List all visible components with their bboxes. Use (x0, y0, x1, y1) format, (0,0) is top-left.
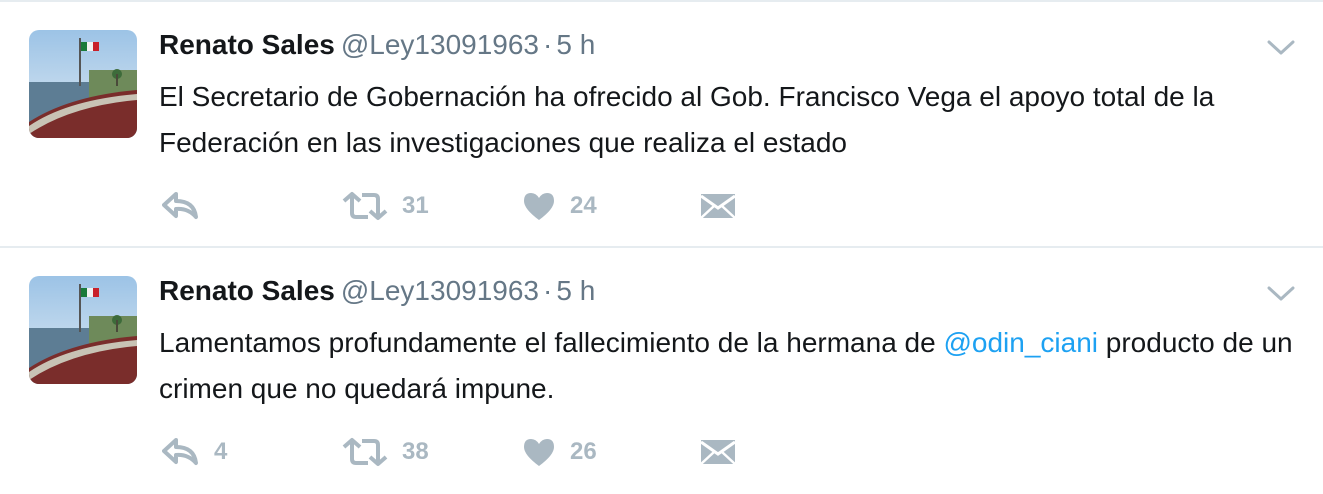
avatar[interactable] (29, 30, 137, 138)
direct-message-button[interactable] (700, 432, 736, 472)
tweet-header: Renato Sales @Ley13091963 · 5 h (159, 28, 595, 62)
separator-dot: · (543, 29, 553, 60)
tweet-actions: 4 38 26 (0, 432, 1323, 472)
avatar[interactable] (29, 276, 137, 384)
mention-link[interactable]: @odin_ciani (943, 327, 1098, 358)
direct-message-button[interactable] (700, 186, 736, 226)
chevron-down-icon[interactable] (1266, 38, 1296, 58)
envelope-icon (700, 191, 736, 221)
reply-icon (162, 437, 200, 467)
tweet[interactable]: Renato Sales @Ley13091963 · 5 h Lamentamos … (0, 248, 1323, 494)
tweet-actions: 31 24 (0, 186, 1323, 226)
retweet-button[interactable]: 31 (342, 186, 429, 226)
tweet-header: Renato Sales @Ley13091963 · 5 h (159, 274, 595, 308)
heart-icon (522, 191, 556, 221)
like-button[interactable]: 24 (522, 186, 597, 226)
reply-button[interactable] (162, 186, 214, 226)
chevron-down-icon[interactable] (1266, 284, 1296, 304)
timestamp[interactable]: 5 h (556, 29, 595, 60)
retweet-button[interactable]: 38 (342, 432, 429, 472)
separator-dot: · (543, 275, 553, 306)
fullname[interactable]: Renato Sales (159, 275, 335, 306)
tweet-text-body: Lamentamos profundamente el fallecimient… (159, 327, 944, 358)
tweet-text-body: El Secretario de Gobernación ha ofrecido… (159, 81, 1215, 158)
tweet[interactable]: Renato Sales @Ley13091963 · 5 h El Secretar… (0, 2, 1323, 246)
tweet-text: Lamentamos profundamente el fallecimient… (159, 320, 1299, 412)
retweet-count: 38 (402, 438, 429, 465)
envelope-icon (700, 437, 736, 467)
retweet-icon (342, 191, 388, 221)
reply-count: 4 (214, 438, 228, 465)
reply-button[interactable]: 4 (162, 432, 227, 472)
retweet-icon (342, 437, 388, 467)
tweet-feed: Renato Sales @Ley13091963 · 5 h El Secretar… (0, 0, 1323, 494)
username[interactable]: @Ley13091963 (341, 29, 539, 60)
reply-icon (162, 191, 200, 221)
timestamp[interactable]: 5 h (556, 275, 595, 306)
like-button[interactable]: 26 (522, 432, 597, 472)
heart-icon (522, 437, 556, 467)
like-count: 26 (570, 438, 597, 465)
username[interactable]: @Ley13091963 (341, 275, 539, 306)
tweet-text: El Secretario de Gobernación ha ofrecido… (159, 74, 1299, 166)
fullname[interactable]: Renato Sales (159, 29, 335, 60)
like-count: 24 (570, 192, 597, 219)
retweet-count: 31 (402, 192, 429, 219)
